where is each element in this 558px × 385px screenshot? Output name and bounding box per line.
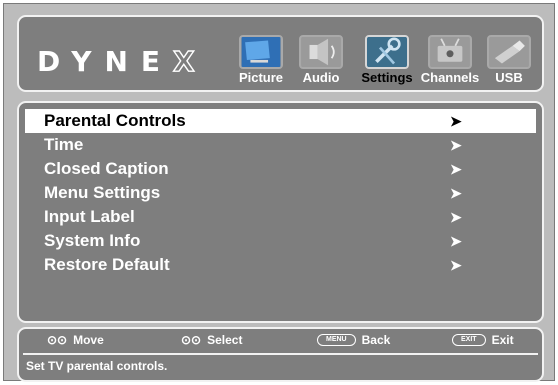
tab-picture[interactable]: Picture (235, 31, 287, 85)
picture-icon (239, 35, 283, 69)
tab-label: Settings (361, 70, 413, 85)
menu-item-system-info[interactable]: System Info ➤ (25, 229, 536, 253)
menu-item-label: Parental Controls (44, 111, 186, 130)
channels-icon (428, 35, 472, 69)
menu-button-icon: MENU (317, 334, 356, 346)
tab-label: Audio (302, 70, 340, 85)
button-hints: ⊙⊙ Move ⊙⊙ Select MENU Back EXIT Exit (19, 333, 542, 349)
menu-item-label: Menu Settings (44, 183, 161, 202)
arrow-right-icon: ➤ (450, 137, 462, 153)
settings-icon (365, 35, 409, 69)
footer-bar: ⊙⊙ Move ⊙⊙ Select MENU Back EXIT Exit Se… (17, 327, 544, 382)
up-down-buttons-icon: ⊙⊙ (47, 333, 68, 347)
menu-item-time[interactable]: Time ➤ (25, 133, 536, 157)
arrow-right-icon: ➤ (450, 233, 462, 249)
menu-item-label: System Info (44, 231, 141, 250)
arrow-right-icon: ➤ (450, 185, 462, 201)
menu-item-closed-caption[interactable]: Closed Caption ➤ (25, 157, 536, 181)
tab-label: Picture (238, 70, 284, 85)
help-text: Set TV parental controls. (26, 359, 168, 373)
footer-divider (23, 353, 538, 355)
menu-item-label: Closed Caption (44, 159, 169, 178)
hint-label: Select (207, 333, 243, 347)
header-bar: DYNEX Picture Audio Settings Channels US… (17, 15, 544, 92)
dynex-logo: DYNEX (37, 44, 208, 78)
menu-item-input-label[interactable]: Input Label ➤ (25, 205, 536, 229)
audio-icon (299, 35, 343, 69)
settings-menu: Parental Controls ➤ Time ➤ Closed Captio… (17, 101, 544, 323)
tab-label: Channels (420, 70, 480, 85)
tab-channels[interactable]: Channels (421, 31, 479, 85)
tab-usb[interactable]: USB (483, 31, 535, 85)
menu-item-restore-default[interactable]: Restore Default ➤ (25, 253, 536, 277)
hint-label: Back (361, 333, 391, 347)
menu-list: Parental Controls ➤ Time ➤ Closed Captio… (25, 109, 536, 277)
tv-menu-screen: DYNEX Picture Audio Settings Channels US… (3, 3, 555, 382)
menu-item-menu-settings[interactable]: Menu Settings ➤ (25, 181, 536, 205)
hint-select: ⊙⊙ Select (181, 333, 242, 347)
arrow-right-icon: ➤ (450, 209, 462, 225)
menu-item-label: Input Label (44, 207, 135, 226)
left-right-buttons-icon: ⊙⊙ (181, 333, 202, 347)
arrow-right-icon: ➤ (450, 161, 462, 177)
menu-item-parental-controls[interactable]: Parental Controls ➤ (25, 109, 536, 133)
hint-move: ⊙⊙ Move (47, 333, 104, 347)
hint-exit: EXIT Exit (452, 333, 514, 347)
hint-back: MENU Back (317, 333, 390, 347)
usb-icon (487, 35, 531, 69)
arrow-right-icon: ➤ (450, 257, 462, 273)
arrow-right-icon: ➤ (450, 113, 462, 129)
menu-item-label: Time (44, 135, 84, 154)
menu-item-label: Restore Default (44, 255, 170, 274)
tab-settings[interactable]: Settings (361, 31, 413, 85)
exit-button-icon: EXIT (452, 334, 486, 346)
hint-label: Move (73, 333, 104, 347)
hint-label: Exit (491, 333, 514, 347)
tab-label: USB (495, 70, 523, 85)
tab-audio[interactable]: Audio (295, 31, 347, 85)
